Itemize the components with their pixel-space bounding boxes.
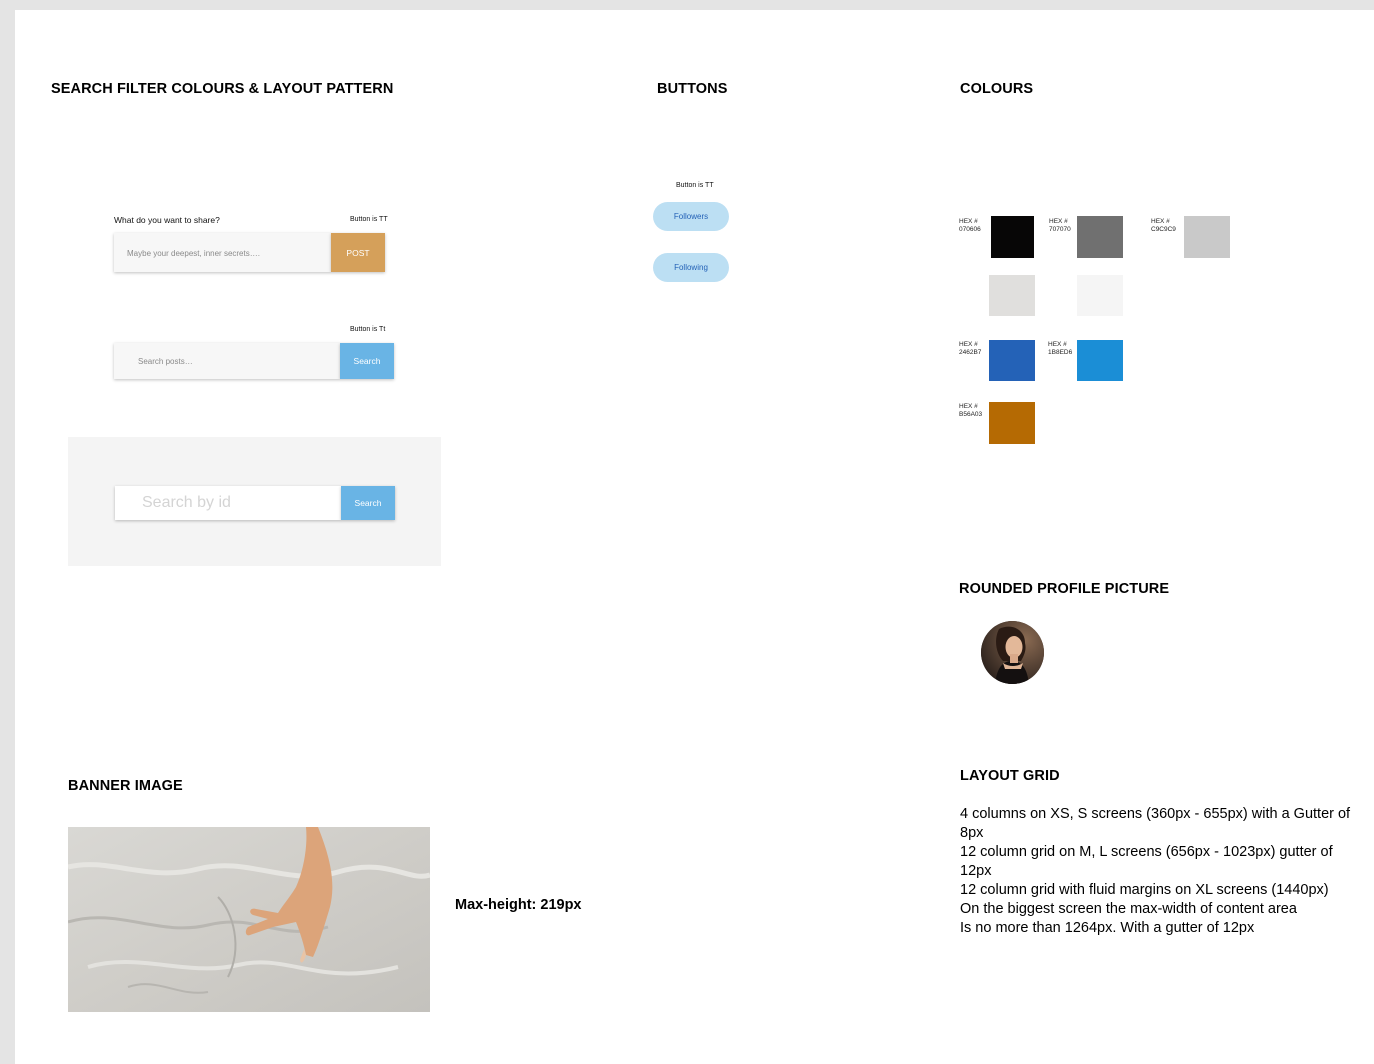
swatch-blue: [1077, 340, 1123, 381]
layout-grid-description: 4 columns on XS, S screens (360px - 655p…: [960, 805, 1365, 938]
banner-image: [68, 827, 430, 1012]
profile-section-title: ROUNDED PROFILE PICTURE: [959, 581, 1170, 597]
layout-grid-line: 12 column grid on M, L screens (656px - …: [960, 844, 1333, 879]
swatch-label-070606: HEX # 070606: [959, 218, 981, 233]
search-id-placeholder: Search by id: [142, 494, 231, 511]
swatch-off-white: [1077, 275, 1123, 316]
share-prompt-label: What do you want to share?: [114, 215, 220, 225]
share-input-placeholder: Maybe your deepest, inner secrets….: [127, 249, 260, 258]
swatch-amber: [989, 402, 1035, 444]
buttons-section-title: BUTTONS: [657, 81, 728, 97]
swatch-dark-blue: [989, 340, 1035, 381]
layout-grid-title: LAYOUT GRID: [960, 768, 1060, 784]
layout-grid-line: Is no more than 1264px. With a gutter of…: [960, 920, 1255, 936]
swatch-label-2462b7: HEX # 2462B7: [959, 341, 982, 356]
post-button-note: Button is TT: [350, 216, 388, 223]
search-button-note: Button is Tt: [350, 326, 386, 333]
layout-grid-line: On the biggest screen the max-width of c…: [960, 901, 1297, 917]
avatar: [981, 621, 1044, 684]
search-section-title: SEARCH FILTER COLOURS & LAYOUT PATTERN: [51, 81, 394, 97]
followers-button[interactable]: Followers: [653, 202, 729, 231]
swatch-black: [991, 216, 1034, 258]
swatch-label-707070: HEX # 707070: [1049, 218, 1071, 233]
search-id-panel: Search by id Search: [68, 437, 441, 566]
colours-section-title: COLOURS: [960, 81, 1034, 97]
search-posts-placeholder: Search posts…: [138, 357, 193, 366]
search-posts-button[interactable]: Search: [340, 343, 394, 379]
swatch-light-grey: [1184, 216, 1230, 258]
artboard: SEARCH FILTER COLOURS & LAYOUT PATTERN W…: [15, 10, 1374, 1064]
layout-grid-line: 4 columns on XS, S screens (360px - 655p…: [960, 806, 1351, 841]
banner-section-title: BANNER IMAGE: [68, 778, 183, 794]
swatch-warm-grey: [989, 275, 1035, 316]
avatar-image: [981, 621, 1044, 684]
search-id-button[interactable]: Search: [341, 486, 395, 520]
following-button[interactable]: Following: [653, 253, 729, 282]
swatch-dark-grey: [1077, 216, 1123, 258]
swatch-label-b56a03: HEX # B56A03: [959, 403, 983, 418]
post-button[interactable]: POST: [331, 233, 385, 272]
swatch-label-c9c9c9: HEX # C9C9C9: [1151, 218, 1176, 233]
swatch-label-1b8ed6: HEX # 1B8ED6: [1048, 341, 1073, 356]
share-input[interactable]: Maybe your deepest, inner secrets….: [114, 233, 331, 272]
search-id-input[interactable]: Search by id: [115, 486, 341, 520]
layout-grid-line: 12 column grid with fluid margins on XL …: [960, 882, 1329, 898]
buttons-note: Button is TT: [676, 182, 714, 189]
search-posts-input[interactable]: Search posts…: [114, 343, 340, 379]
banner-max-height-label: Max-height: 219px: [455, 897, 582, 913]
